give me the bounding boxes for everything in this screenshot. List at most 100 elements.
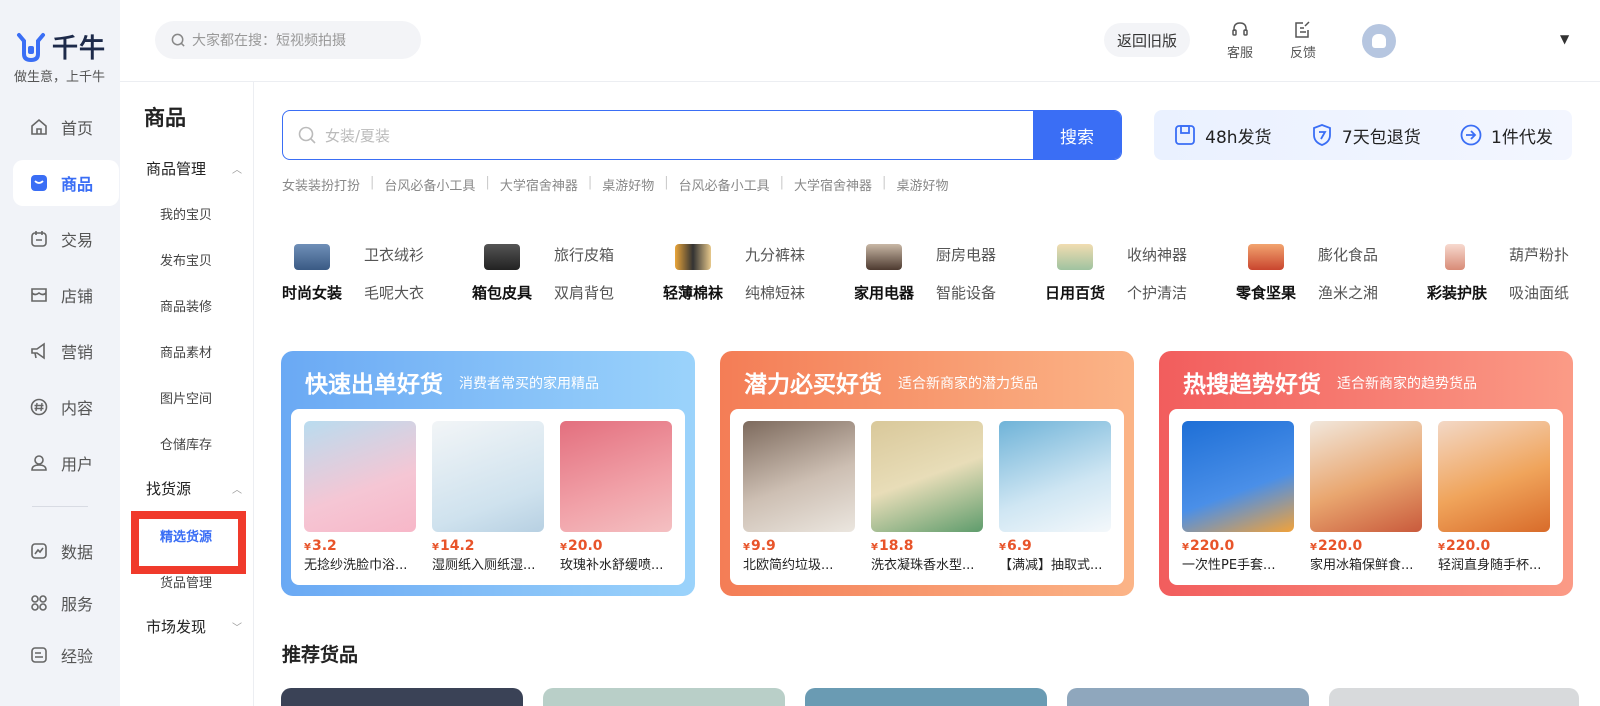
search-button[interactable]: 搜索 [1033,111,1121,159]
subcategory-link[interactable]: 渔米之湘 [1318,282,1378,303]
subcategory-link[interactable]: 毛呢大衣 [364,282,424,303]
subcategory-link[interactable]: 个护清洁 [1127,282,1187,303]
category-image-clothes [294,244,330,270]
hot-tag[interactable]: 桌游好物 [896,175,948,194]
hot-tag[interactable]: 大学宿舍神器 [794,175,872,194]
subcategory-link[interactable]: 九分裤袜 [745,244,805,265]
nav-item-trade[interactable]: 交易 [13,216,119,262]
product-price: ¥220.0 [1438,538,1491,554]
nav-item-data[interactable]: 数据 [13,528,119,574]
subnav-group-label: 商品管理 [146,160,207,178]
subcategory-link[interactable]: 智能设备 [936,282,996,303]
subcategory-link[interactable]: 吸油面纸 [1509,282,1569,303]
hot-tag[interactable]: 桌游好物 [602,175,654,194]
category-item[interactable]: 轻薄棉袜 九分裤袜 纯棉短袜 [663,238,853,308]
subcategory-link[interactable]: 厨房电器 [936,244,996,265]
promo-subtitle: 消费者常买的家用精品 [459,376,599,392]
product-card[interactable]: ¥9.9 北欧简约垃圾... [743,421,855,573]
hot-tag[interactable]: 台风必备小工具 [679,175,770,194]
nav-item-marketing[interactable]: 营销 [13,328,119,374]
recommend-card[interactable] [805,688,1047,706]
product-card[interactable]: ¥20.0 玫瑰补水舒缓喷... [560,421,672,573]
category-name: 家用电器 [854,284,915,302]
subcategory-link[interactable]: 葫芦粉扑 [1509,244,1569,265]
top-header: 大家都在搜：短视频拍摄 返回旧版 客服 反馈 ▼ [120,0,1600,82]
promise-label: 48h发货 [1205,127,1272,148]
subnav-group-label: 市场发现 [146,618,207,636]
subnav-item-image-space[interactable]: 图片空间 [160,388,212,407]
subcategory-link[interactable]: 纯棉短袜 [745,282,805,303]
nav-item-home[interactable]: 首页 [13,104,119,150]
subnav-item-goods-manage[interactable]: 货品管理 [160,572,212,591]
nav-item-service[interactable]: 服务 [13,580,119,626]
subnav-item-my-items[interactable]: 我的宝贝 [160,204,212,223]
selection-highlight-box [131,511,246,574]
promo-subtitle: 适合新商家的潜力货品 [898,376,1038,392]
category-row: 时尚女装 卫衣绒衫 毛呢大衣 箱包皮具 旅行皮箱 双肩背包 轻薄棉袜 九分裤袜 … [282,238,1582,308]
hot-tag[interactable]: 大学宿舍神器 [500,175,578,194]
subcategory-link[interactable]: 收纳神器 [1127,244,1187,265]
hot-tag[interactable]: 女装装扮打扮 [282,175,360,194]
subnav-item-materials[interactable]: 商品素材 [160,342,212,361]
subnav-group-product-manage[interactable]: 商品管理 ︿ [146,158,242,179]
category-item[interactable]: 时尚女装 卫衣绒衫 毛呢大衣 [282,238,472,308]
chevron-down-icon[interactable]: ▼ [1560,32,1569,46]
subnav-item-decoration[interactable]: 商品装修 [160,296,212,315]
promo-subtitle: 适合新商家的趋势货品 [1337,376,1477,392]
logo[interactable]: 千牛 [16,28,106,65]
category-item[interactable]: 箱包皮具 旅行皮箱 双肩背包 [472,238,662,308]
subnav-group-market[interactable]: 市场发现 ﹀ [146,616,242,637]
avatar[interactable] [1362,24,1396,58]
category-item[interactable]: 彩装护肤 葫芦粉扑 吸油面纸 [1427,238,1572,308]
feedback-button[interactable]: 反馈 [1283,20,1323,61]
subnav-group-sourcing[interactable]: 找货源 ︿ [146,478,242,499]
promise-7day-return: 7天包退货 [1310,123,1421,148]
nav-label: 经验 [61,647,94,666]
recommend-card[interactable] [1067,688,1309,706]
subcategory-link[interactable]: 卫衣绒衫 [364,244,424,265]
product-name: 洗衣凝珠香水型... [871,558,975,573]
subcategory-link[interactable]: 膨化食品 [1318,244,1378,265]
nav-item-experience[interactable]: 经验 [13,632,119,678]
subcategory-link[interactable]: 双肩背包 [554,282,614,303]
promo-card-trending[interactable]: 热搜趋势好货 适合新商家的趋势货品 ¥220.0 一次性PE手套... ¥220… [1159,351,1573,596]
source-search-input[interactable]: 女装/夏装 [325,125,1033,146]
nav-item-product[interactable]: 商品 [13,160,119,206]
product-card[interactable]: ¥6.9 【满减】抽取式... [999,421,1111,573]
customer-service-button[interactable]: 客服 [1220,20,1260,61]
slogan: 做生意，上千牛 [14,70,106,85]
nav-label: 用户 [61,455,94,474]
product-card[interactable]: ¥14.2 湿厕纸入厕纸湿... [432,421,544,573]
category-image-bag [484,244,520,270]
feedback-label: 反馈 [1289,46,1316,61]
subnav-item-inventory[interactable]: 仓储库存 [160,434,212,453]
promo-card-potential[interactable]: 潜力必买好货 适合新商家的潜力货品 ¥9.9 北欧简约垃圾... ¥18.8 洗… [720,351,1134,596]
product-card[interactable]: ¥220.0 轻润直身随手杯... [1438,421,1550,573]
product-card[interactable]: ¥220.0 家用冰箱保鲜食... [1310,421,1422,573]
nav-item-content[interactable]: 内容 [13,384,119,430]
promo-title: 热搜趋势好货 [1183,372,1321,398]
nav-item-shop[interactable]: 店铺 [13,272,119,318]
promo-card-fast-selling[interactable]: 快速出单好货 消费者常买的家用精品 ¥3.2 无捻纱洗脸巾浴... ¥14.2 … [281,351,695,596]
return-old-version-button[interactable]: 返回旧版 [1104,23,1190,57]
category-item[interactable]: 日用百货 收纳神器 个护清洁 [1045,238,1235,308]
recommend-title: 推荐货品 [282,644,359,666]
book-icon [31,647,47,663]
hot-tag[interactable]: 台风必备小工具 [384,175,475,194]
nav-item-user[interactable]: 用户 [13,440,119,486]
product-card[interactable]: ¥3.2 无捻纱洗脸巾浴... [304,421,416,573]
category-image-snacks [1248,244,1284,270]
product-card[interactable]: ¥220.0 一次性PE手套... [1182,421,1294,573]
subnav-item-publish[interactable]: 发布宝贝 [160,250,212,269]
recommend-card[interactable] [1329,688,1579,706]
recommend-card[interactable] [543,688,785,706]
subcategory-link[interactable]: 旅行皮箱 [554,244,614,265]
category-item[interactable]: 零食坚果 膨化食品 渔米之湘 [1236,238,1426,308]
promise-dropship: 1件代发 [1459,123,1553,148]
product-card[interactable]: ¥18.8 洗衣凝珠香水型... [871,421,983,573]
global-search-input[interactable]: 大家都在搜：短视频拍摄 [155,21,421,59]
grid-icon [31,595,47,611]
recommend-card[interactable] [281,688,523,706]
category-item[interactable]: 家用电器 厨房电器 智能设备 [854,238,1044,308]
product-image-spray [560,421,672,532]
